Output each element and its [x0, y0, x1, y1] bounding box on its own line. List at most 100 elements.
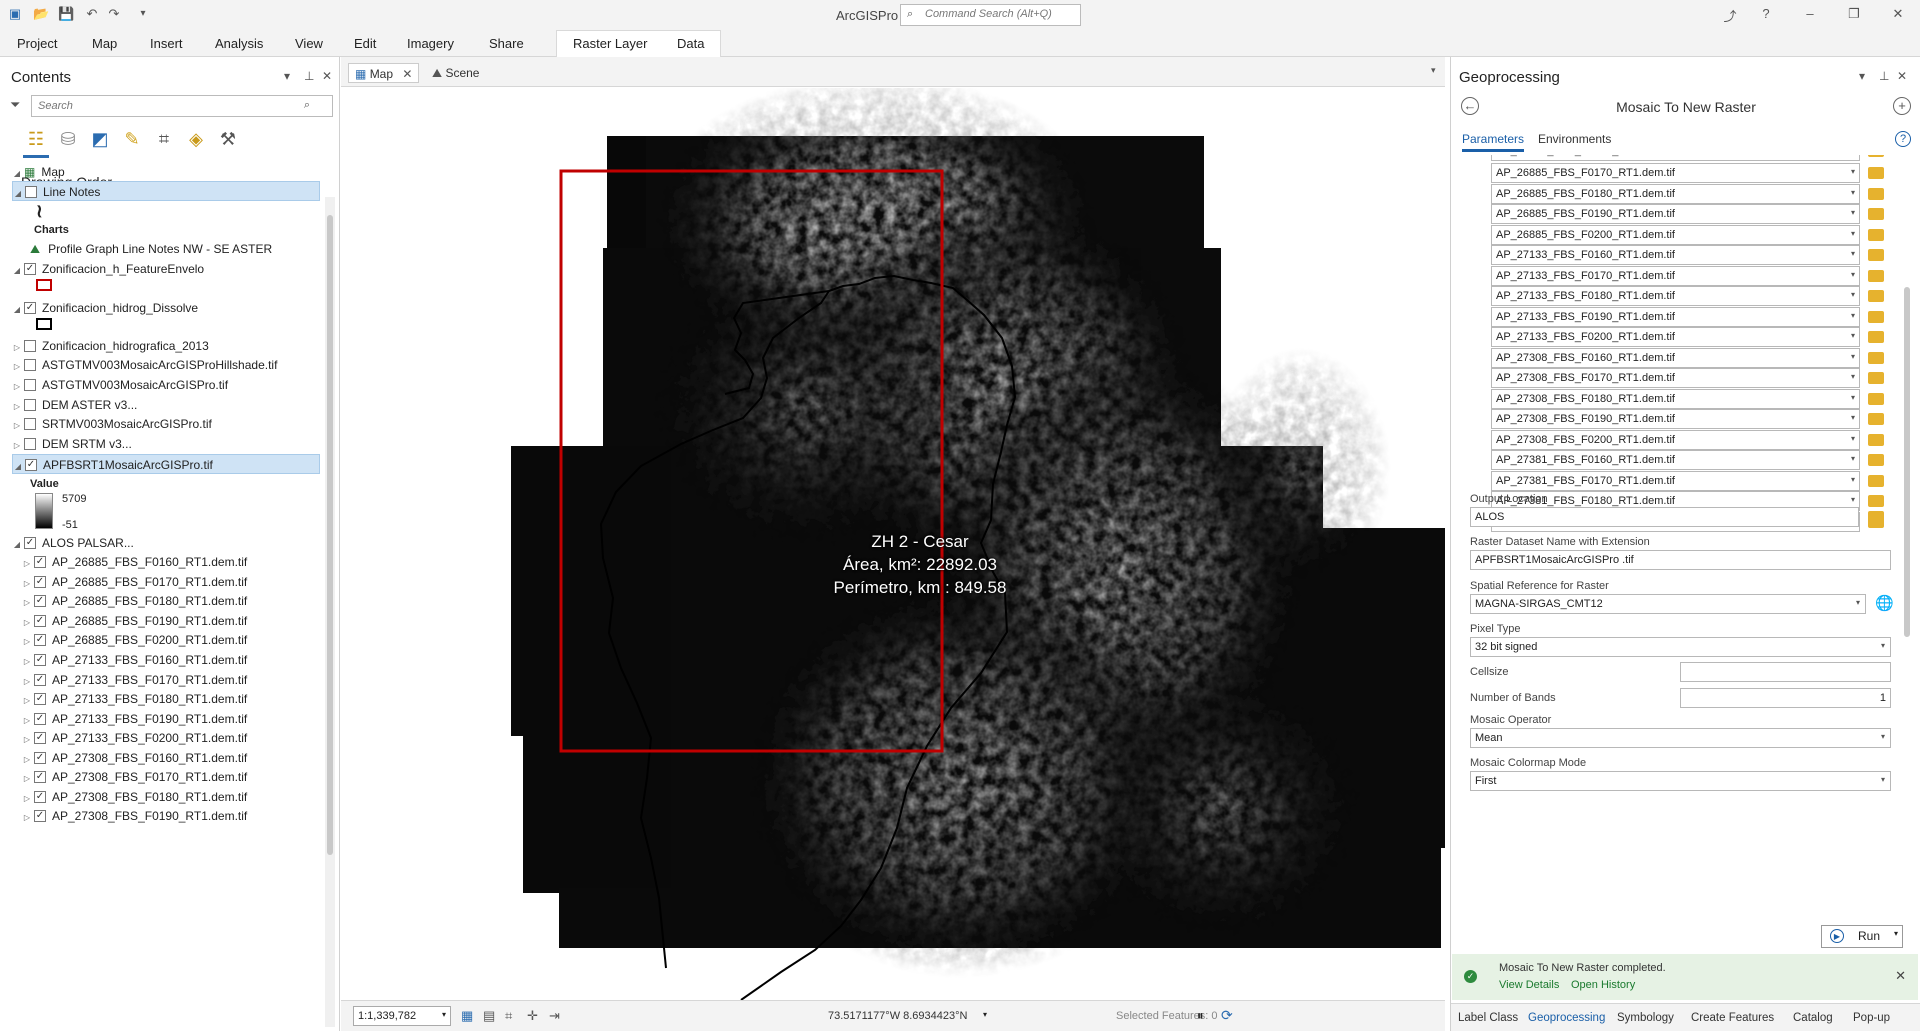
- folder-icon[interactable]: [1868, 331, 1884, 343]
- folder-icon[interactable]: [1868, 372, 1884, 384]
- map-view[interactable]: ZH 2 - Cesar Área, km²: 22892.03 Perímet…: [341, 88, 1445, 1000]
- close-tab-icon[interactable]: ✕: [402, 67, 412, 81]
- input-raster-row-partial[interactable]: AP_26885_FBS_F0170_RT1.dem.tif: [1491, 155, 1860, 161]
- cellsize-input[interactable]: [1680, 662, 1891, 682]
- tab-data[interactable]: Data: [677, 36, 704, 51]
- folder-icon[interactable]: [1868, 208, 1884, 220]
- pane-menu-icon[interactable]: ▾: [284, 69, 290, 83]
- tabs-menu-icon[interactable]: ▾: [1431, 65, 1436, 76]
- tab-view[interactable]: View: [295, 36, 323, 51]
- close-icon[interactable]: ✕: [1895, 968, 1906, 984]
- visibility-checkbox[interactable]: ✓: [34, 575, 46, 588]
- layer-item[interactable]: ▷ DEM ASTER v3...: [12, 395, 320, 415]
- layer-item[interactable]: ▷ ASTGTMV003MosaicArcGISPro.tif: [12, 375, 320, 395]
- tab-catalog[interactable]: Catalog: [1793, 1012, 1833, 1024]
- folder-icon[interactable]: [1868, 495, 1884, 507]
- view-details-link[interactable]: View Details: [1499, 979, 1559, 991]
- tool-options-icon[interactable]: +: [1893, 97, 1911, 115]
- folder-icon[interactable]: [1868, 351, 1884, 364]
- visibility-checkbox[interactable]: ✓: [24, 262, 36, 275]
- input-raster-row[interactable]: AP_27381_FBS_F0160_RT1.dem.tif ▾: [1491, 450, 1860, 470]
- visibility-checkbox[interactable]: ✓: [34, 751, 46, 764]
- folder-icon[interactable]: [1868, 187, 1884, 200]
- expand-icon[interactable]: ▷: [22, 652, 32, 672]
- visibility-checkbox[interactable]: ✓: [34, 633, 46, 646]
- input-raster-row[interactable]: AP_27133_FBS_F0180_RT1.dem.tif ▾: [1491, 286, 1860, 306]
- tab-imagery[interactable]: Imagery: [407, 36, 454, 51]
- tab-analysis[interactable]: Analysis: [215, 36, 263, 51]
- parameters-scrollbar[interactable]: [1902, 177, 1912, 697]
- output-location-input[interactable]: ALOS: [1470, 507, 1859, 527]
- layer-item[interactable]: ▷ ASTGTMV003MosaicArcGISProHillshade.tif: [12, 355, 320, 375]
- tab-insert[interactable]: Insert: [150, 36, 183, 51]
- folder-icon[interactable]: [1868, 433, 1884, 446]
- expand-icon[interactable]: ◢: [12, 300, 22, 320]
- tab-label-class[interactable]: Label Class: [1458, 1012, 1518, 1024]
- filter-icon[interactable]: ⏷: [10, 97, 20, 113]
- folder-icon[interactable]: [1868, 167, 1884, 179]
- folder-icon[interactable]: [1868, 392, 1884, 405]
- input-raster-row[interactable]: AP_27308_FBS_F0170_RT1.dem.tif ▾: [1491, 368, 1860, 388]
- help-icon[interactable]: ?: [1756, 6, 1776, 21]
- input-raster-row[interactable]: AP_27133_FBS_F0200_RT1.dem.tif ▾: [1491, 327, 1860, 347]
- layer-item[interactable]: ◢ ✓ Zonificacion_h_FeatureEnvelo: [12, 259, 320, 279]
- pause-drawing-icon[interactable]: ⏸: [1197, 1008, 1204, 1024]
- mosaic-operator-select[interactable]: Mean ▾: [1470, 728, 1891, 748]
- layer-item[interactable]: ▷ DEM SRTM v3...: [12, 434, 320, 454]
- open-history-link[interactable]: Open History: [1571, 979, 1635, 991]
- visibility-checkbox[interactable]: ✓: [34, 653, 46, 666]
- minimize-button[interactable]: –: [1800, 6, 1820, 21]
- layer-item[interactable]: ▷ ✓ AP_27133_FBS_F0160_RT1.dem.tif: [12, 650, 320, 670]
- layer-item[interactable]: ▷ ✓ AP_27308_FBS_F0160_RT1.dem.tif: [12, 748, 320, 768]
- tab-geoprocessing[interactable]: Geoprocessing: [1528, 1012, 1605, 1024]
- pin-icon[interactable]: ⊥: [304, 69, 314, 83]
- tab-share[interactable]: Share: [489, 36, 524, 51]
- refresh-icon[interactable]: ⟳: [1221, 1007, 1233, 1024]
- expand-icon[interactable]: ◢: [13, 184, 23, 204]
- input-raster-row[interactable]: AP_27133_FBS_F0160_RT1.dem.tif ▾: [1491, 245, 1860, 265]
- folder-icon[interactable]: [1868, 249, 1884, 261]
- visibility-checkbox[interactable]: ✓: [34, 731, 46, 744]
- visibility-checkbox[interactable]: ✓: [24, 301, 36, 314]
- visibility-checkbox[interactable]: ✓: [34, 673, 46, 686]
- input-raster-row[interactable]: AP_27308_FBS_F0180_RT1.dem.tif ▾: [1491, 388, 1860, 409]
- redo-icon[interactable]: ↷: [106, 6, 122, 22]
- layer-item[interactable]: ◢ ✓ Zonificacion_hidrog_Dissolve: [12, 298, 320, 318]
- layer-item[interactable]: ▷ ✓ AP_26885_FBS_F0200_RT1.dem.tif: [12, 630, 320, 650]
- expand-icon[interactable]: ◢: [13, 457, 23, 477]
- folder-icon[interactable]: [1868, 511, 1884, 523]
- expand-icon[interactable]: ▷: [22, 730, 32, 750]
- visibility-checkbox[interactable]: [24, 378, 36, 391]
- layer-item[interactable]: ▷ ✓ AP_26885_FBS_F0190_RT1.dem.tif: [12, 611, 320, 631]
- folder-icon[interactable]: [1868, 290, 1884, 302]
- layer-item[interactable]: ▷ SRTMV003MosaicArcGISPro.tif: [12, 414, 320, 434]
- input-raster-row[interactable]: AP_26885_FBS_F0180_RT1.dem.tif ▾: [1491, 183, 1860, 204]
- expand-icon[interactable]: ▷: [12, 357, 22, 377]
- layer-item[interactable]: ◢ ✓ APFBSRT1MosaicArcGISPro.tif: [12, 454, 320, 474]
- layer-item[interactable]: ◢ Line Notes: [12, 181, 320, 201]
- visibility-checkbox[interactable]: ✓: [34, 712, 46, 725]
- input-raster-row[interactable]: AP_26885_FBS_F0200_RT1.dem.tif ▾: [1491, 224, 1860, 245]
- layer-item[interactable]: ▷ ✓ AP_26885_FBS_F0160_RT1.dem.tif: [12, 552, 320, 572]
- list-by-selection-icon[interactable]: ◩: [89, 128, 111, 150]
- spatial-reference-select[interactable]: MAGNA-SIRGAS_CMT12 ▾: [1470, 594, 1866, 614]
- visibility-checkbox[interactable]: [24, 417, 36, 430]
- chart-item[interactable]: ⛰ Profile Graph Line Notes NW - SE ASTER: [12, 239, 320, 259]
- layer-item[interactable]: ▷ ✓ AP_27133_FBS_F0180_RT1.dem.tif: [12, 689, 320, 709]
- visibility-checkbox[interactable]: [24, 339, 36, 352]
- list-by-editing-icon[interactable]: ✎: [121, 128, 143, 150]
- contents-scrollbar[interactable]: [325, 197, 335, 1027]
- input-raster-row[interactable]: AP_27308_FBS_F0200_RT1.dem.tif ▾: [1491, 429, 1860, 450]
- layer-item[interactable]: ▷ ✓ AP_27308_FBS_F0190_RT1.dem.tif: [12, 806, 320, 826]
- snapping-icon[interactable]: ⌗: [505, 1008, 512, 1024]
- fixed-zoom-icon[interactable]: ▦: [461, 1008, 473, 1024]
- tab-symbology[interactable]: Symbology: [1617, 1012, 1674, 1024]
- input-raster-row[interactable]: AP_27308_FBS_F0190_RT1.dem.tif ▾: [1491, 409, 1860, 429]
- expand-icon[interactable]: ▷: [22, 769, 32, 789]
- undo-icon[interactable]: ↶: [84, 6, 100, 22]
- folder-icon[interactable]: [1868, 454, 1884, 466]
- visibility-checkbox[interactable]: [25, 185, 37, 198]
- layer-item[interactable]: ▷ ✓ AP_27133_FBS_F0190_RT1.dem.tif: [12, 709, 320, 729]
- folder-icon[interactable]: [1868, 474, 1884, 487]
- visibility-checkbox[interactable]: [24, 358, 36, 371]
